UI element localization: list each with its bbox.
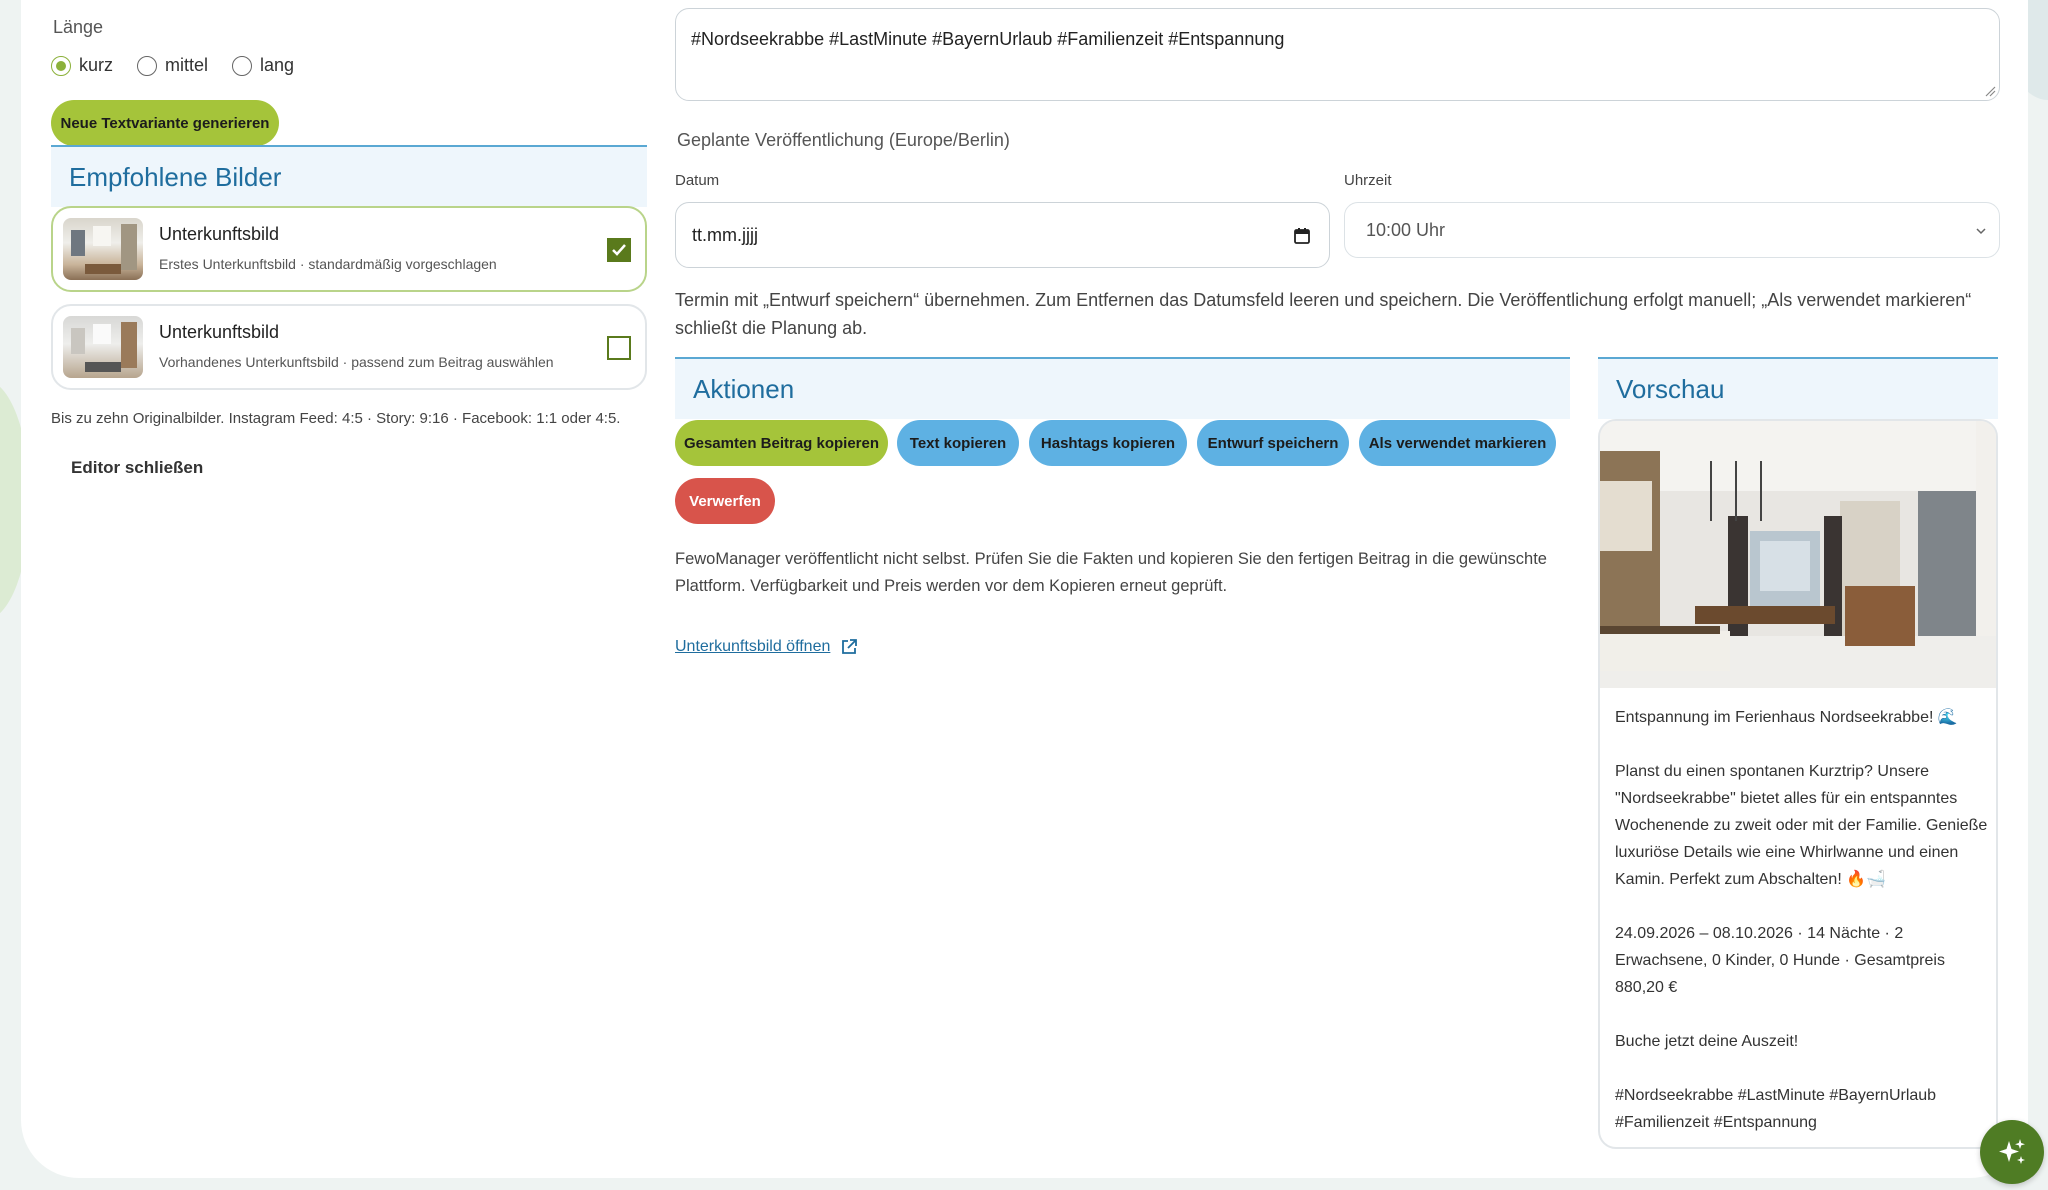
image-thumbnail [63,316,143,378]
open-image-label: Unterkunftsbild öffnen [675,638,831,655]
radio-icon[interactable] [137,55,158,76]
length-option-mittel[interactable]: mittel [137,55,208,76]
length-option-lang[interactable]: lang [232,55,294,76]
radio-label: kurz [79,55,114,75]
copy-text-button[interactable]: Text kopieren [897,420,1019,466]
preview-image [1600,421,1996,688]
save-draft-button[interactable]: Entwurf speichern [1197,420,1349,466]
image-option-2[interactable]: Unterkunftsbild Vorhandenes Unterkunftsb… [51,304,647,390]
image-checkbox-checked[interactable] [607,238,631,262]
schedule-note: Termin mit „Entwurf speichern“ übernehme… [675,290,1972,338]
preview-heading: Vorschau [1598,357,1998,419]
sparkles-icon [1999,1139,2025,1164]
image-option-1[interactable]: Unterkunftsbild Erstes Unterkunftsbild ·… [51,206,647,292]
image-thumbnail [63,218,143,280]
date-input[interactable]: tt.mm.jjjj [675,202,1330,268]
copy-all-button[interactable]: Gesamten Beitrag kopieren [675,420,888,466]
mark-used-button[interactable]: Als verwendet markieren [1359,420,1556,466]
resize-grip-icon[interactable] [1984,85,1996,97]
length-label: Länge [53,17,104,37]
date-label: Datum [675,172,720,189]
preview-card: Entspannung im Ferienhaus Nordseekrabbe!… [1598,419,1998,1149]
calendar-icon[interactable] [1293,227,1311,245]
open-image-link[interactable]: Unterkunftsbild öffnen [675,638,858,656]
length-option-kurz[interactable]: kurz [51,55,113,76]
length-radio-group: kurz mittel lang [51,55,318,76]
recommended-images-heading: Empfohlene Bilder [51,145,647,207]
image-option-subtitle: Vorhandenes Unterkunftsbild · passend zu… [159,354,554,370]
image-hint-text: Bis zu zehn Originalbilder. Instagram Fe… [51,410,621,427]
image-option-subtitle: Erstes Unterkunftsbild · standardmäßig v… [159,256,497,272]
time-value: 10:00 Uhr [1366,219,1446,240]
radio-selected-icon[interactable] [51,55,71,76]
external-link-icon [842,639,858,654]
time-select[interactable]: 10:00 Uhr [1344,202,2000,258]
ai-assistant-button[interactable] [1980,1120,2044,1184]
image-option-title: Unterkunftsbild [159,322,280,342]
time-label: Uhrzeit [1344,172,1392,189]
actions-note: FewoManager veröffentlicht nicht selbst.… [675,550,1547,595]
radio-icon[interactable] [232,55,253,76]
close-editor-button[interactable]: Editor schließen [71,458,203,478]
check-icon [612,244,626,256]
actions-heading: Aktionen [675,357,1570,419]
copy-hashtags-button[interactable]: Hashtags kopieren [1029,420,1187,466]
date-placeholder: tt.mm.jjjj [692,224,758,245]
radio-label: lang [260,55,295,75]
generate-variant-button[interactable]: Neue Textvariante generieren [51,100,279,146]
image-checkbox[interactable] [607,336,631,360]
chevron-down-icon [1976,228,1986,235]
hashtags-value: #Nordseekrabbe #LastMinute #BayernUrlaub… [691,29,1285,49]
schedule-heading: Geplante Veröffentlichung (Europe/Berlin… [677,130,1010,150]
radio-label: mittel [165,55,209,75]
discard-button[interactable]: Verwerfen [675,478,775,524]
image-option-title: Unterkunftsbild [159,224,280,244]
hashtags-textarea[interactable]: #Nordseekrabbe #LastMinute #BayernUrlaub… [675,8,2000,101]
preview-post-text: Entspannung im Ferienhaus Nordseekrabbe!… [1615,709,1988,1131]
